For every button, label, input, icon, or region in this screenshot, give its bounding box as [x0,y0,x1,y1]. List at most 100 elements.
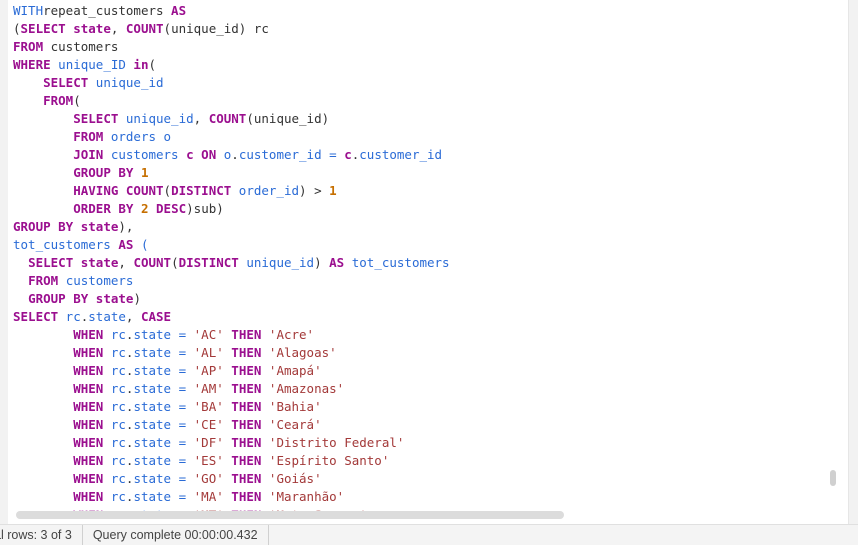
code-token: (unique_id) rc [163,21,269,36]
code-token: THEN [223,489,262,504]
code-token: rc [103,345,126,360]
code-line[interactable]: WHEN rc.state = 'CE' THEN 'Ceará' [13,416,450,434]
query-status: Query complete 00:00:00.432 [83,525,269,545]
code-token: ( [13,21,21,36]
code-token: rc [103,435,126,450]
code-line[interactable]: WHEN rc.state = 'DF' THEN 'Distrito Fede… [13,434,450,452]
horizontal-scrollbar[interactable] [16,511,564,519]
code-line[interactable]: SELECT unique_id [13,74,450,92]
code-token: 'Bahia' [261,399,322,414]
code-token: rc [103,453,126,468]
code-token: WHEN [73,381,104,396]
code-token: 'Amapá' [261,363,322,378]
code-token: ON [193,147,217,162]
sql-code[interactable]: WITHrepeat_customers AS (SELECT state, CO… [13,2,450,524]
code-line[interactable]: WHERE unique_ID in( [13,56,450,74]
code-token: THEN [223,435,262,450]
code-token: = [171,471,194,486]
code-token: WHEN [73,471,104,486]
code-line[interactable]: SELECT rc.state, CASE [13,308,450,326]
sql-editor[interactable]: WITHrepeat_customers AS (SELECT state, CO… [8,0,849,524]
code-token: state [133,345,172,360]
code-line[interactable]: WHEN rc.state = 'GO' THEN 'Goiás' [13,470,450,488]
row-count: al rows: 3 of 3 [0,525,83,545]
code-line[interactable]: FROM customers [13,38,450,56]
code-line[interactable]: GROUP BY state) [13,290,450,308]
code-token: FROM [73,129,104,144]
code-line[interactable]: ORDER BY 2 DESC)sub) [13,200,450,218]
code-token: customers [43,39,119,54]
code-line[interactable]: (SELECT state, COUNT(unique_id) rc [13,20,450,38]
code-line[interactable]: GROUP BY 1 [13,164,450,182]
code-token: unique_id [88,75,164,90]
code-token: = [321,147,345,162]
code-token: GROUP BY [73,165,134,180]
code-line[interactable]: WITHrepeat_customers AS [13,2,450,20]
code-token: ORDER BY [73,201,134,216]
code-token: customer_id [238,147,322,162]
code-line[interactable]: WHEN rc.state = 'AL' THEN 'Alagoas' [13,344,450,362]
code-line[interactable]: tot_customers AS ( [13,236,450,254]
code-token: = [171,435,194,450]
code-token: 'AM' [193,381,224,396]
code-line[interactable]: FROM orders o [13,128,450,146]
code-token: state [65,21,111,36]
code-token: state [73,255,119,270]
code-token: state [133,471,172,486]
code-token: state [133,453,172,468]
code-token: state [133,327,172,342]
code-line[interactable]: WHEN rc.state = 'AC' THEN 'Acre' [13,326,450,344]
code-line[interactable]: WHEN rc.state = 'AM' THEN 'Amazonas' [13,380,450,398]
code-line[interactable]: WHEN rc.state = 'BA' THEN 'Bahia' [13,398,450,416]
code-token: = [171,489,194,504]
code-token: state [133,381,172,396]
code-token: WHEN [73,453,104,468]
code-token: 'BA' [193,399,224,414]
code-token: state [133,399,172,414]
code-line[interactable]: HAVING COUNT(DISTINCT order_id) > 1 [13,182,450,200]
code-line[interactable]: WHEN rc.state = 'MA' THEN 'Maranhão' [13,488,450,506]
code-token: FROM [43,93,74,108]
code-token: . [231,147,239,162]
code-token: HAVING [73,183,119,198]
code-token: order_id [231,183,300,198]
code-token: = [171,381,194,396]
code-line[interactable]: WHEN rc.state = 'ES' THEN 'Espírito Sant… [13,452,450,470]
status-bar: al rows: 3 of 3 Query complete 00:00:00.… [0,524,858,545]
code-token: WHEN [73,363,104,378]
code-line[interactable]: GROUP BY state), [13,218,450,236]
code-token: THEN [223,417,262,432]
code-token: WITH [13,3,44,18]
code-token: SELECT [20,21,66,36]
code-line[interactable]: SELECT state, COUNT(DISTINCT unique_id) … [13,254,450,272]
code-token: COUNT [118,183,164,198]
code-line[interactable]: FROM( [13,92,450,110]
code-line[interactable]: WHEN rc.state = 'AP' THEN 'Amapá' [13,362,450,380]
code-token: THEN [223,345,262,360]
code-line[interactable]: SELECT unique_id, COUNT(unique_id) [13,110,450,128]
code-token: state [133,489,172,504]
code-token: 'AC' [193,327,224,342]
code-token: WHEN [73,327,104,342]
code-token: unique_id [118,111,194,126]
code-token: 'DF' [193,435,224,450]
code-token: 'Goiás' [261,471,322,486]
code-token: rc [103,489,126,504]
code-token: 'Maranhão' [261,489,345,504]
code-line[interactable]: FROM customers [13,272,450,290]
code-token: 2 [133,201,149,216]
code-token: , [118,255,134,270]
code-token: ( [133,237,149,252]
code-token: ( [171,255,179,270]
vertical-scrollbar[interactable] [830,470,836,486]
code-token: SELECT [13,309,59,324]
code-token: WHERE [13,57,51,72]
code-line[interactable]: JOIN customers c ON o.customer_id = c.cu… [13,146,450,164]
